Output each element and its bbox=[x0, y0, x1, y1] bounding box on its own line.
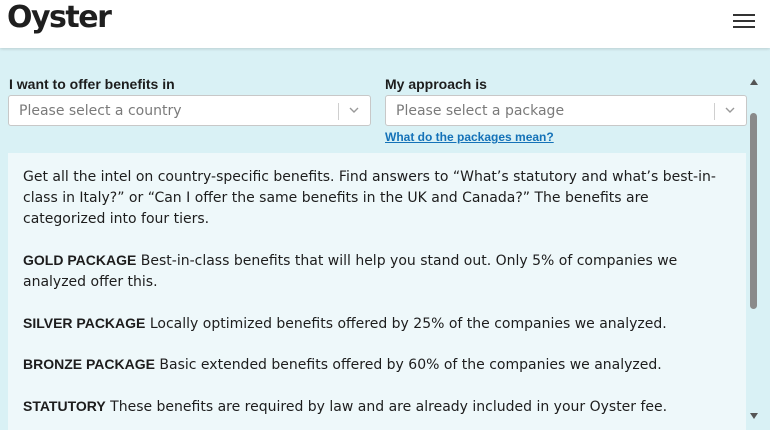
country-select[interactable]: Please select a country bbox=[8, 95, 371, 126]
tier-name: SILVER PACKAGE bbox=[23, 315, 146, 331]
select-separator bbox=[338, 103, 339, 120]
country-select-placeholder: Please select a country bbox=[19, 103, 182, 119]
chevron-down-icon bbox=[725, 107, 735, 113]
oyster-logo[interactable]: Oyster bbox=[7, 0, 112, 36]
tier-description: Locally optimized benefits offered by 25… bbox=[145, 316, 667, 332]
tier-silver: SILVER PACKAGE Locally optimized benefit… bbox=[23, 313, 733, 335]
tier-bronze: BRONZE PACKAGE Basic extended benefits o… bbox=[23, 354, 733, 376]
tier-statutory: STATUTORY These benefits are required by… bbox=[23, 396, 733, 418]
chevron-down-icon bbox=[349, 107, 359, 113]
tier-name: GOLD PACKAGE bbox=[23, 252, 137, 268]
tier-name: BRONZE PACKAGE bbox=[23, 356, 155, 372]
menu-line bbox=[733, 20, 755, 22]
tier-description: These benefits are required by law and a… bbox=[105, 399, 668, 415]
intro-text: Get all the intel on country-specific be… bbox=[23, 169, 716, 227]
package-label: My approach is bbox=[385, 76, 487, 92]
package-select[interactable]: Please select a package bbox=[385, 95, 747, 126]
select-separator bbox=[714, 103, 715, 120]
top-header: Oyster bbox=[0, 0, 770, 48]
menu-line bbox=[733, 26, 755, 28]
vertical-scrollbar[interactable] bbox=[748, 75, 760, 423]
tier-description: Basic extended benefits offered by 60% o… bbox=[154, 357, 662, 373]
tier-gold: GOLD PACKAGE Best-in-class benefits that… bbox=[23, 250, 733, 293]
hamburger-menu-icon[interactable] bbox=[733, 13, 755, 29]
scroll-up-arrow-icon[interactable] bbox=[750, 79, 758, 85]
country-label: I want to offer benefits in bbox=[9, 76, 175, 92]
scroll-down-arrow-icon[interactable] bbox=[750, 413, 758, 419]
tier-name: STATUTORY bbox=[23, 398, 106, 414]
scrollbar-thumb[interactable] bbox=[750, 113, 757, 309]
packages-help-link[interactable]: What do the packages mean? bbox=[385, 130, 554, 144]
menu-line bbox=[733, 14, 755, 16]
benefits-info-card: Get all the intel on country-specific be… bbox=[8, 153, 746, 430]
benefits-panel: I want to offer benefits in Please selec… bbox=[0, 48, 770, 430]
package-select-placeholder: Please select a package bbox=[396, 103, 565, 119]
